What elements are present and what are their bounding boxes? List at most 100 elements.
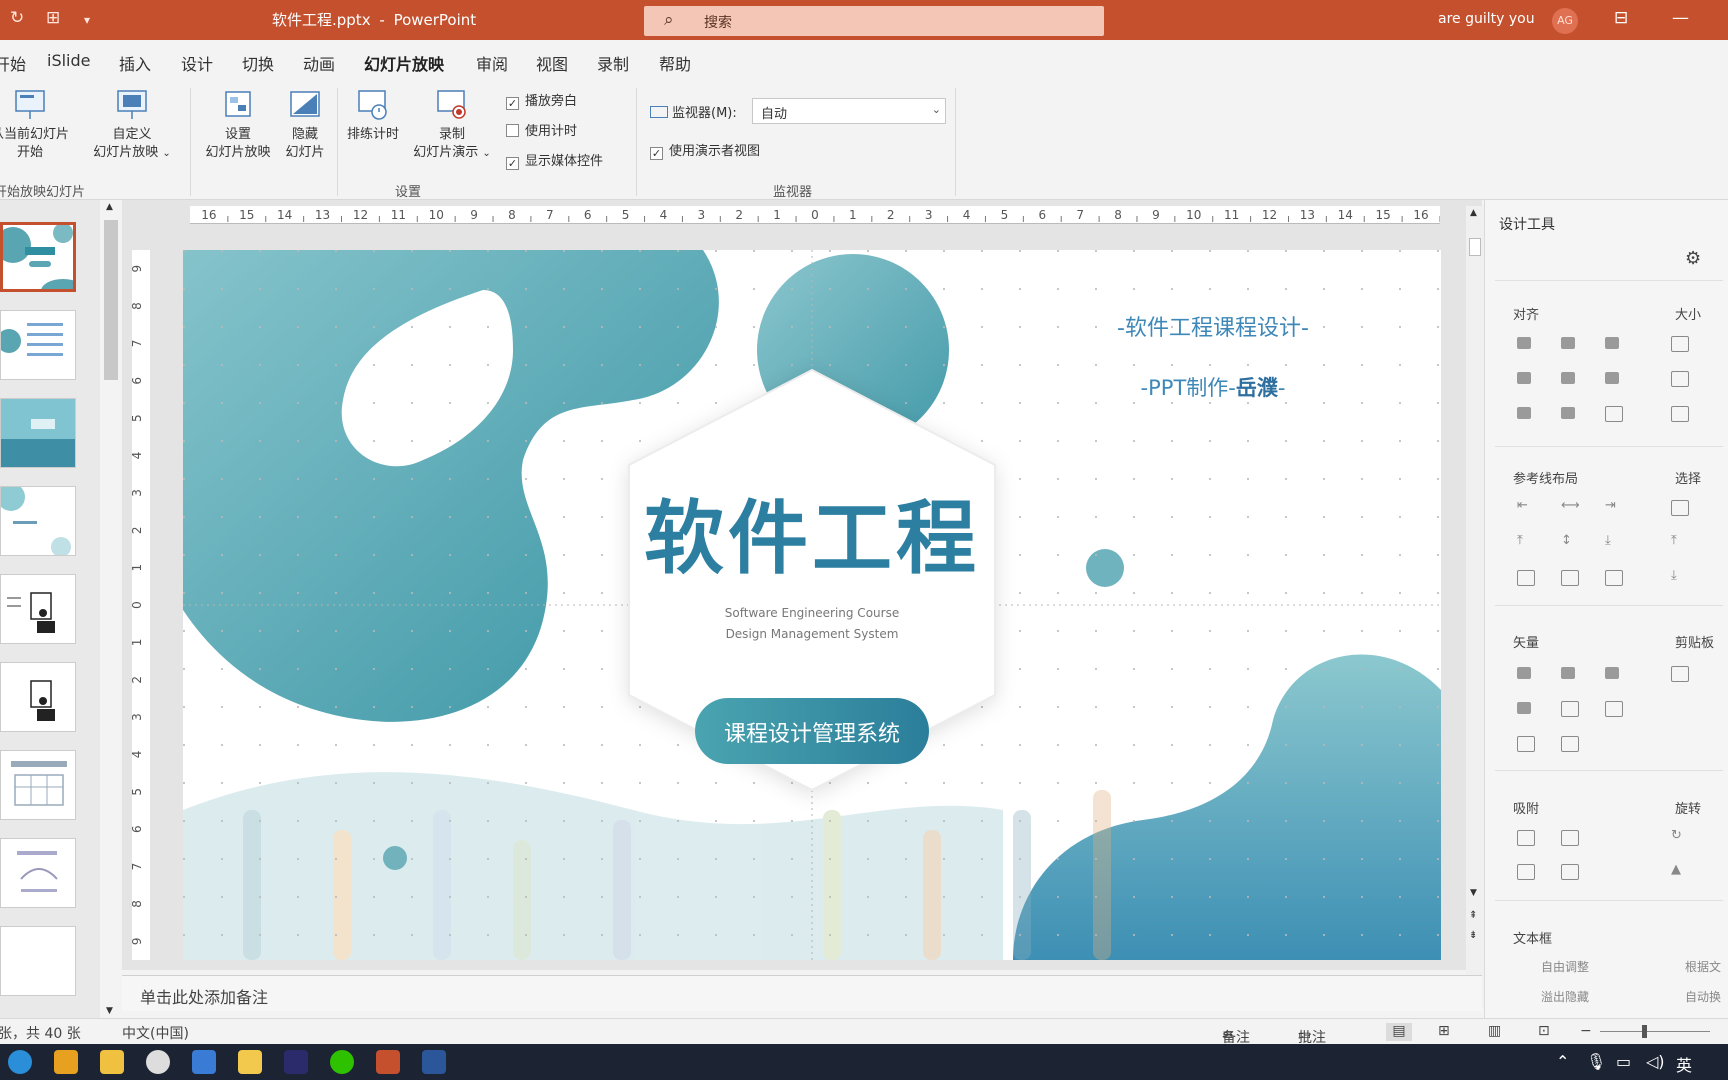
- jetbrains-icon[interactable]: [284, 1050, 308, 1074]
- tray-expand-icon[interactable]: ⌃: [1556, 1052, 1569, 1071]
- slide-thumbnail-7[interactable]: [0, 750, 76, 820]
- slide-top-right-title[interactable]: -软件工程课程设计-: [1033, 310, 1393, 342]
- snap-bottom-icon[interactable]: [1561, 864, 1579, 880]
- align-center-icon[interactable]: [1561, 337, 1575, 349]
- select-top-icon[interactable]: ⤒: [1671, 533, 1677, 548]
- slide-thumbnail-8[interactable]: [0, 838, 76, 908]
- same-width-icon[interactable]: [1671, 336, 1689, 352]
- slide-thumbnail-4[interactable]: [0, 486, 76, 556]
- overflow-hidden-option[interactable]: 溢出隐藏: [1541, 988, 1589, 1005]
- tab-insert[interactable]: 插入: [119, 51, 151, 75]
- media-player-icon[interactable]: [146, 1050, 170, 1074]
- slide-thumbnail-3[interactable]: [0, 398, 76, 468]
- minimize-icon[interactable]: —: [1672, 8, 1689, 28]
- settings-icon[interactable]: ⚙: [1685, 248, 1701, 269]
- slideshow-from-start-icon[interactable]: ⊞: [46, 8, 60, 28]
- file-explorer-icon[interactable]: [100, 1050, 124, 1074]
- guide-center-h-icon[interactable]: ⟷: [1561, 498, 1580, 513]
- input-method-icon[interactable]: 英: [1676, 1052, 1692, 1076]
- guide-right-icon[interactable]: ⇥: [1605, 498, 1616, 513]
- language-indicator[interactable]: 中文(中国): [122, 1023, 189, 1043]
- scroll-up-icon[interactable]: ▲: [1470, 208, 1477, 218]
- setup-slideshow-button[interactable]: 设置 幻灯片放映: [198, 88, 278, 162]
- app-ribbon-icon[interactable]: [238, 1050, 262, 1074]
- subtract-icon[interactable]: [1561, 701, 1579, 717]
- play-narrations-checkbox[interactable]: ✓ 播放旁白: [506, 90, 577, 110]
- scroll-thumb[interactable]: [1469, 238, 1481, 256]
- align-slide-icon[interactable]: [1605, 406, 1623, 422]
- avatar[interactable]: AG: [1552, 8, 1578, 34]
- show-media-controls-checkbox[interactable]: ✓ 显示媒体控件: [506, 150, 603, 170]
- align-top-icon[interactable]: [1517, 372, 1531, 384]
- app-arrow-icon[interactable]: [192, 1050, 216, 1074]
- select-same-icon[interactable]: [1671, 500, 1689, 516]
- user-name[interactable]: are guilty you: [1438, 11, 1535, 27]
- copy-icon[interactable]: [1671, 666, 1689, 682]
- flip-icon[interactable]: ▲: [1671, 862, 1681, 877]
- slide-thumbnail-5[interactable]: [0, 574, 76, 644]
- slide-thumbnail-2[interactable]: [0, 310, 76, 380]
- monitor-select[interactable]: 自动 ⌄: [752, 98, 946, 124]
- snap-right-icon[interactable]: [1561, 830, 1579, 846]
- snap-top-icon[interactable]: [1517, 864, 1535, 880]
- checkbox-presenter-box[interactable]: ✓: [650, 147, 663, 160]
- wechat-icon[interactable]: [330, 1050, 354, 1074]
- slide-canvas[interactable]: -软件工程课程设计- -PPT制作-岳濮- 软件工程 Software Engi…: [183, 250, 1441, 960]
- word-icon[interactable]: [422, 1050, 446, 1074]
- combine-icon[interactable]: [1561, 667, 1575, 679]
- tab-review[interactable]: 审阅: [476, 51, 508, 75]
- tab-slideshow[interactable]: 幻灯片放映: [364, 51, 445, 84]
- custom-slideshow-button[interactable]: 自定义 幻灯片放映 ⌄: [84, 88, 180, 163]
- hide-slide-button[interactable]: 隐藏 幻灯片: [280, 88, 330, 162]
- snap-left-icon[interactable]: [1517, 830, 1535, 846]
- normal-view-icon[interactable]: ▤: [1386, 1023, 1412, 1041]
- same-size-icon[interactable]: [1671, 406, 1689, 422]
- same-height-icon[interactable]: [1671, 371, 1689, 387]
- slide-sorter-icon[interactable]: ⊞: [1438, 1023, 1450, 1039]
- tab-transitions[interactable]: 切换: [242, 51, 274, 75]
- slide-thumbnail-1[interactable]: [0, 222, 76, 292]
- next-slide-icon[interactable]: ⇟: [1469, 930, 1477, 941]
- guide-height-icon[interactable]: [1561, 570, 1579, 586]
- powerpoint-icon[interactable]: [376, 1050, 400, 1074]
- crop-icon[interactable]: [1605, 701, 1623, 717]
- from-current-slide-button[interactable]: 从当前幻灯片 开始: [0, 88, 74, 162]
- select-bottom-icon[interactable]: ⤓: [1671, 568, 1677, 583]
- customize-toolbar-icon[interactable]: ▾: [84, 13, 90, 27]
- slide-thumbnail-6[interactable]: [0, 662, 76, 732]
- guide-fill-icon[interactable]: [1605, 570, 1623, 586]
- slideshow-view-icon[interactable]: ⊡: [1538, 1023, 1550, 1039]
- tab-help[interactable]: 帮助: [659, 51, 691, 75]
- fragment-icon[interactable]: [1605, 667, 1619, 679]
- tab-islide[interactable]: iSlide: [47, 51, 91, 70]
- slide-thumbnail-9[interactable]: [0, 926, 76, 996]
- tab-home[interactable]: 开始: [0, 51, 26, 75]
- use-timings-checkbox[interactable]: 使用计时: [506, 120, 577, 139]
- checkbox-media-box[interactable]: ✓: [506, 157, 519, 170]
- guide-bottom-icon[interactable]: ⤓: [1605, 533, 1611, 548]
- align-bottom-icon[interactable]: [1605, 372, 1619, 384]
- notes-pane[interactable]: 单击此处添加备注: [122, 975, 1482, 1011]
- thumbnails-scrollbar[interactable]: ▲ ▼: [100, 200, 122, 1020]
- align-left-icon[interactable]: [1517, 337, 1531, 349]
- volume-icon[interactable]: ◁): [1646, 1052, 1665, 1071]
- scroll-down-icon[interactable]: ▼: [1470, 888, 1477, 898]
- slide-subtitle-line1[interactable]: Software Engineering Course: [623, 606, 1001, 620]
- rehearse-timings-button[interactable]: 排练计时: [340, 88, 406, 144]
- distribute-h-icon[interactable]: [1517, 407, 1531, 419]
- previous-slide-icon[interactable]: ⇞: [1469, 910, 1477, 921]
- ribbon-display-icon[interactable]: ⊟: [1614, 8, 1628, 28]
- edge-icon[interactable]: [8, 1050, 32, 1074]
- tab-design[interactable]: 设计: [181, 51, 213, 75]
- slide-subtitle-line2[interactable]: Design Management System: [623, 627, 1001, 641]
- tab-view[interactable]: 视图: [536, 51, 568, 75]
- scroll-up-icon[interactable]: ▲: [106, 202, 113, 212]
- guide-center-v-icon[interactable]: ↕: [1561, 533, 1572, 548]
- rotate-icon[interactable]: ↻: [1671, 828, 1682, 843]
- guide-left-icon[interactable]: ⇤: [1517, 498, 1528, 513]
- battery-icon[interactable]: ▭: [1616, 1052, 1631, 1071]
- app-lightning-icon[interactable]: [54, 1050, 78, 1074]
- search-box[interactable]: ⌕ 搜索: [644, 6, 1104, 36]
- microphone-icon[interactable]: 🎙: [1586, 1052, 1606, 1071]
- checkbox-timings-box[interactable]: [506, 124, 519, 137]
